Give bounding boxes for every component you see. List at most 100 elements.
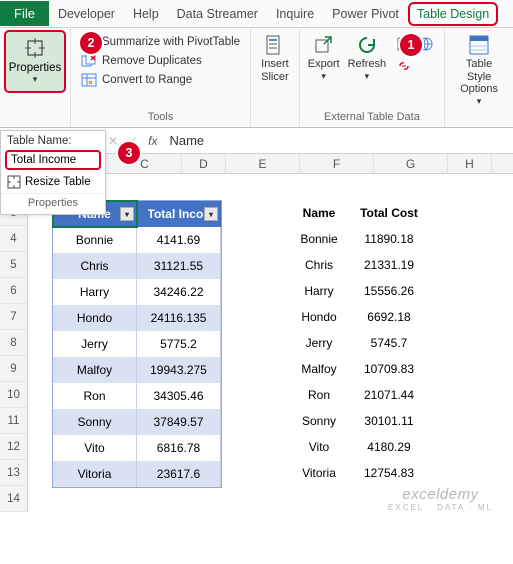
cell[interactable]: Vito — [53, 435, 137, 461]
fx-icon[interactable]: fx — [148, 134, 157, 148]
table-row: Bonnie11890.18 — [284, 226, 424, 252]
callout-1: 1 — [400, 34, 422, 56]
cell[interactable]: Ron — [284, 382, 354, 408]
cell[interactable]: Jerry — [284, 330, 354, 356]
cell[interactable]: Malfoy — [284, 356, 354, 382]
row-header[interactable]: 13 — [0, 460, 28, 486]
col-G[interactable]: G — [374, 154, 448, 173]
cell[interactable]: Chris — [53, 253, 137, 279]
properties-button[interactable]: Properties ▾ — [4, 30, 66, 93]
cell[interactable]: 21331.19 — [354, 252, 424, 278]
summarize-label: Summarize with PivotTable — [102, 36, 240, 48]
cell[interactable]: Harry — [284, 278, 354, 304]
cell[interactable]: 24116.135 — [137, 305, 221, 331]
callout-2: 2 — [80, 32, 102, 54]
table-row: Vitoria12754.83 — [284, 460, 424, 486]
cell[interactable]: 11890.18 — [354, 226, 424, 252]
cell[interactable]: 4141.69 — [137, 227, 221, 253]
table-row: Vito6816.78 — [53, 435, 221, 461]
cell[interactable]: 31121.55 — [137, 253, 221, 279]
tab-developer[interactable]: Developer — [49, 2, 124, 26]
cell[interactable]: 12754.83 — [354, 460, 424, 486]
col-H[interactable]: H — [448, 154, 492, 173]
table-name-input[interactable]: Total Income — [5, 150, 101, 170]
resize-table-button[interactable]: Resize Table — [1, 171, 105, 193]
insert-slicer-button[interactable]: Insert Slicer — [257, 30, 293, 83]
cell[interactable]: Hondo — [53, 305, 137, 331]
cell[interactable]: 4180.29 — [354, 434, 424, 460]
table-row: Harry34246.22 — [53, 279, 221, 305]
cell[interactable]: Vitoria — [53, 461, 137, 487]
chevron-down-icon: ▾ — [33, 74, 38, 85]
mini-unlink-icon[interactable] — [394, 56, 414, 76]
row-header[interactable]: 6 — [0, 278, 28, 304]
cell[interactable]: Malfoy — [53, 357, 137, 383]
table-row: Vito4180.29 — [284, 434, 424, 460]
col-D[interactable]: D — [182, 154, 226, 173]
col-E[interactable]: E — [226, 154, 300, 173]
table-row: Vitoria23617.6 — [53, 461, 221, 487]
cell[interactable]: Harry — [53, 279, 137, 305]
group-slicer: Insert Slicer — [251, 28, 300, 127]
file-tab[interactable]: File — [0, 1, 49, 26]
convert-to-range-button[interactable]: Convert to Range — [81, 72, 240, 88]
chevron-down-icon: ▾ — [365, 71, 370, 82]
income-header-total[interactable]: Total Income ▾ — [137, 201, 221, 227]
cell[interactable]: 19943.275 — [137, 357, 221, 383]
cell[interactable]: Bonnie — [284, 226, 354, 252]
tab-table-design[interactable]: Table Design — [408, 2, 498, 26]
table-row: Chris21331.19 — [284, 252, 424, 278]
cell[interactable]: Bonnie — [53, 227, 137, 253]
cost-header-total[interactable]: Total Cost — [354, 200, 424, 226]
table-row: Sonny30101.11 — [284, 408, 424, 434]
row-header[interactable]: 9 — [0, 356, 28, 382]
formula-value[interactable]: Name — [169, 133, 204, 148]
cell[interactable]: Chris — [284, 252, 354, 278]
cell[interactable]: Hondo — [284, 304, 354, 330]
cost-header-name[interactable]: Name — [284, 200, 354, 226]
tab-inquire[interactable]: Inquire — [267, 2, 323, 26]
row-header[interactable]: 7 — [0, 304, 28, 330]
row-header[interactable]: 14 — [0, 486, 28, 512]
tab-power-pivot[interactable]: Power Pivot — [323, 2, 408, 26]
cell[interactable]: 15556.26 — [354, 278, 424, 304]
remove-duplicates-button[interactable]: Remove Duplicates — [81, 53, 240, 69]
row-header[interactable]: 8 — [0, 330, 28, 356]
cell[interactable]: 5745.7 — [354, 330, 424, 356]
resize-icon — [7, 175, 21, 189]
export-button[interactable]: Export ▾ — [304, 30, 344, 98]
table-row: Hondo24116.135 — [53, 305, 221, 331]
cell[interactable]: Sonny — [284, 408, 354, 434]
ribbon-body: Properties ▾ Summarize with PivotTable R… — [0, 28, 513, 128]
cell[interactable]: 37849.57 — [137, 409, 221, 435]
row-header[interactable]: 10 — [0, 382, 28, 408]
cell[interactable]: 6816.78 — [137, 435, 221, 461]
cell[interactable]: 5775.2 — [137, 331, 221, 357]
cell[interactable]: 30101.11 — [354, 408, 424, 434]
row-header[interactable]: 11 — [0, 408, 28, 434]
refresh-button[interactable]: Refresh ▾ — [344, 30, 391, 98]
cell[interactable]: 34246.22 — [137, 279, 221, 305]
summarize-pivot-button[interactable]: Summarize with PivotTable — [81, 34, 240, 50]
table-row: Harry15556.26 — [284, 278, 424, 304]
cancel-icon[interactable]: ✕ — [108, 134, 118, 148]
row-header[interactable]: 12 — [0, 434, 28, 460]
tab-data-streamer[interactable]: Data Streamer — [168, 2, 267, 26]
filter-dropdown-icon[interactable]: ▾ — [204, 207, 218, 221]
row-header[interactable]: 4 — [0, 226, 28, 252]
cell[interactable]: Sonny — [53, 409, 137, 435]
tab-help[interactable]: Help — [124, 2, 168, 26]
cell[interactable]: Vito — [284, 434, 354, 460]
cell[interactable]: Jerry — [53, 331, 137, 357]
filter-dropdown-icon[interactable]: ▾ — [120, 207, 134, 221]
col-F[interactable]: F — [300, 154, 374, 173]
table-style-options-button[interactable]: Table Style Options ▾ — [449, 30, 509, 107]
cell[interactable]: 34305.46 — [137, 383, 221, 409]
cell[interactable]: Vitoria — [284, 460, 354, 486]
cell[interactable]: 6692.18 — [354, 304, 424, 330]
row-header[interactable]: 5 — [0, 252, 28, 278]
cell[interactable]: 23617.6 — [137, 461, 221, 487]
cell[interactable]: Ron — [53, 383, 137, 409]
cell[interactable]: 21071.44 — [354, 382, 424, 408]
cell[interactable]: 10709.83 — [354, 356, 424, 382]
